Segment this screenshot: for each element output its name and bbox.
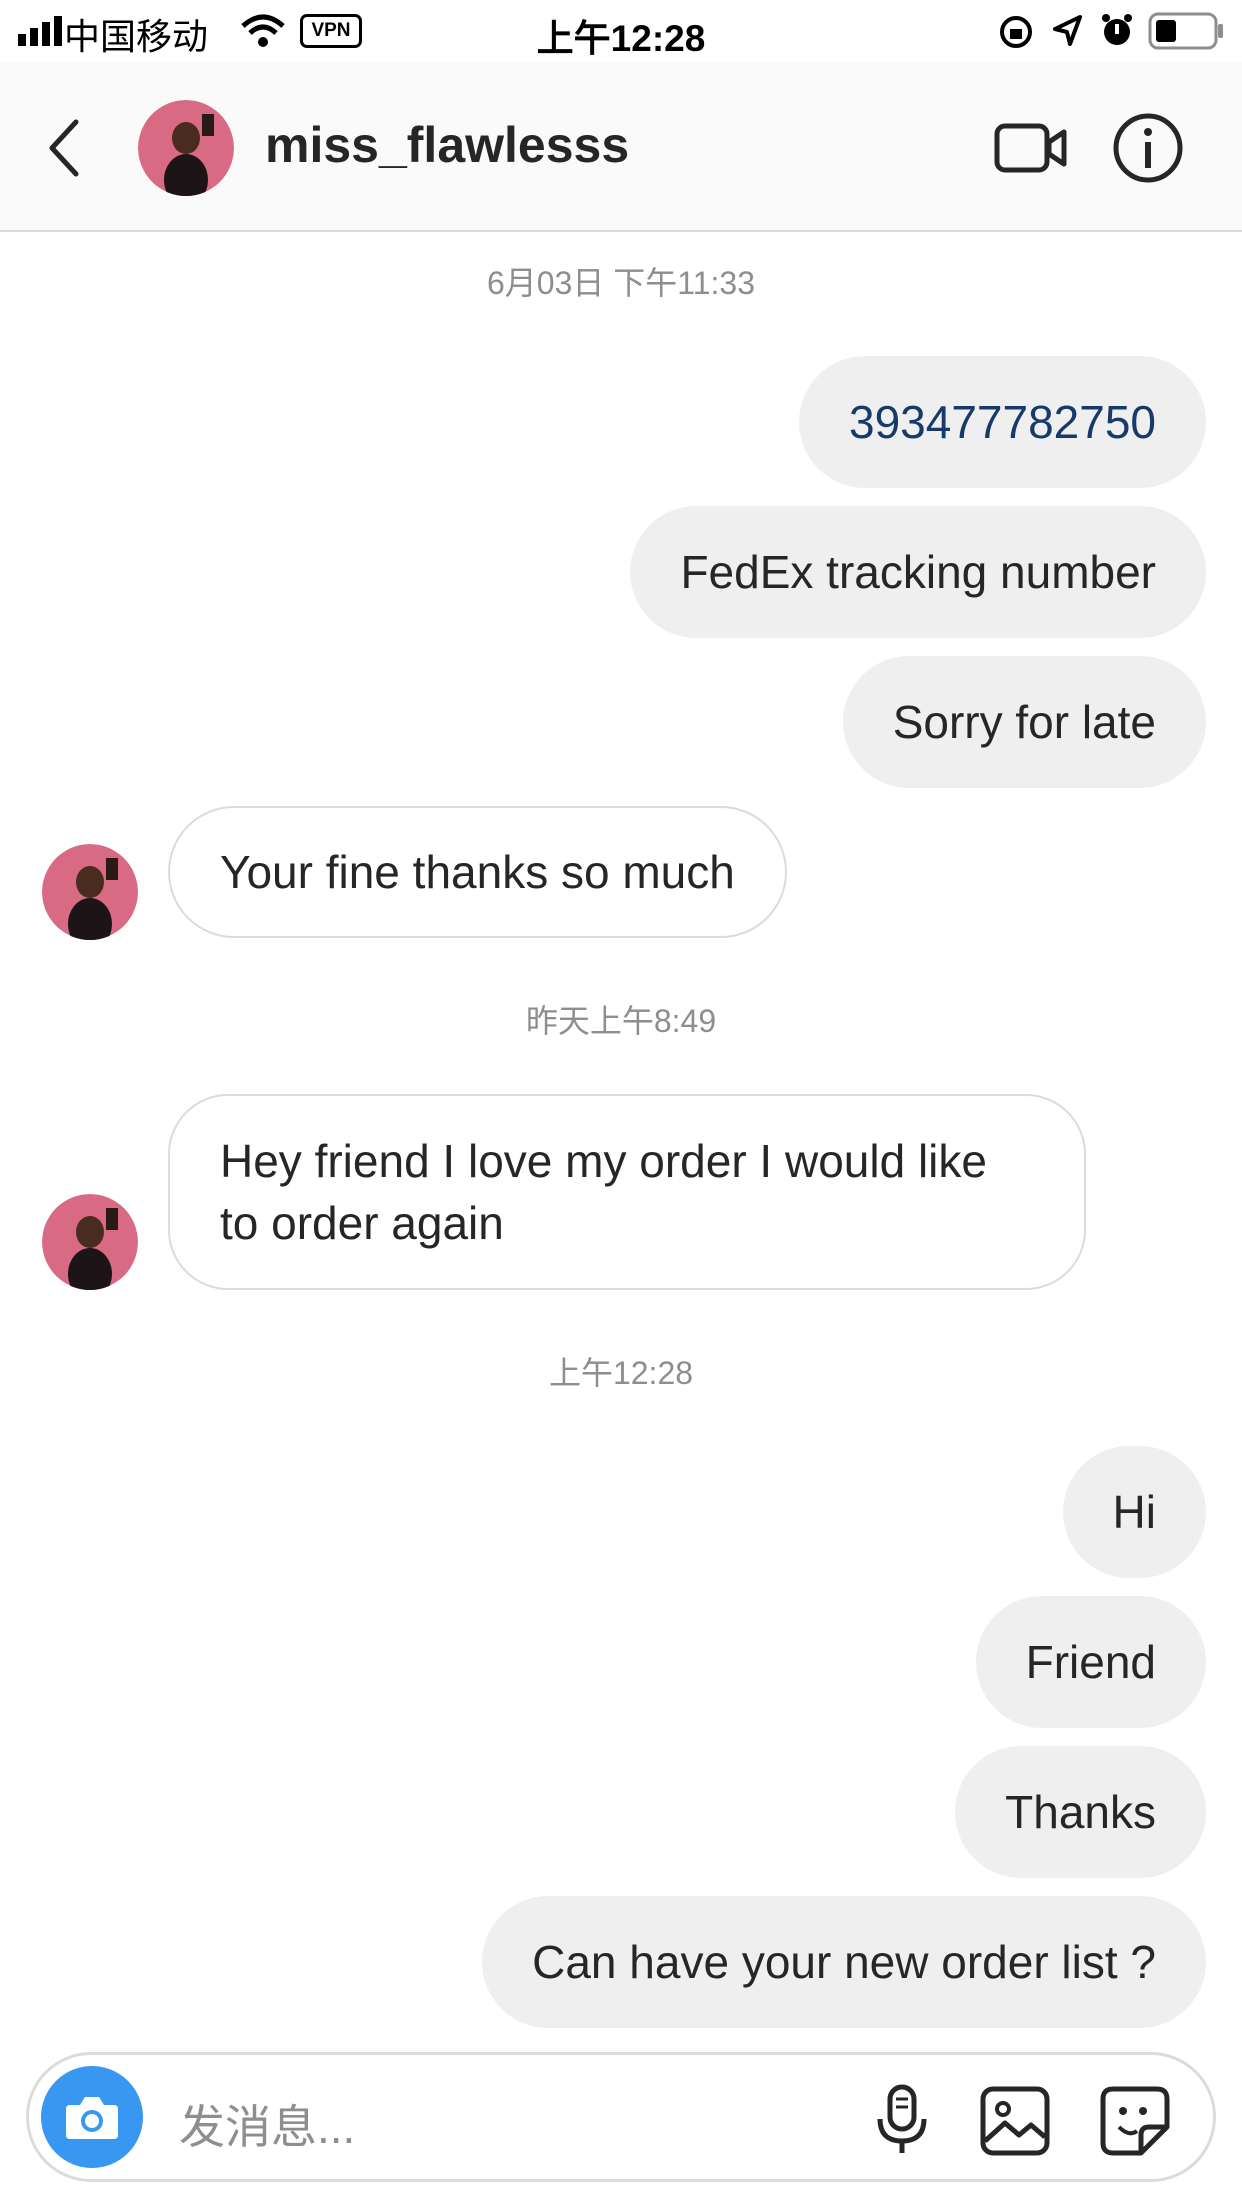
message-bubble-outgoing[interactable]: Hi xyxy=(1062,1446,1206,1578)
message-bubble-outgoing[interactable]: Can have your new order list ? xyxy=(482,1896,1206,2028)
location-arrow-icon xyxy=(1053,15,1082,46)
avatar[interactable] xyxy=(138,100,234,196)
message-bubble-outgoing[interactable]: Friend xyxy=(975,1596,1206,1728)
back-chevron-icon[interactable] xyxy=(46,118,82,178)
message-bubble-incoming[interactable]: Hey friend I love my order I would like … xyxy=(168,1094,1086,1290)
message-bubble-outgoing[interactable]: Sorry for late xyxy=(842,656,1206,788)
message-line: Hey friend I love my order I would like xyxy=(220,1135,987,1187)
message-input[interactable]: 发消息... xyxy=(179,2091,355,2157)
sticker-icon[interactable] xyxy=(1099,2085,1171,2157)
message-bubble-incoming[interactable]: Your fine thanks so much xyxy=(168,806,787,938)
camera-button[interactable] xyxy=(41,2066,143,2168)
status-bar: 中国移动 VPN 上午12:28 xyxy=(0,0,1242,62)
message-bubble-outgoing[interactable]: Thanks xyxy=(955,1746,1206,1878)
camera-icon xyxy=(66,2097,118,2139)
microphone-icon[interactable] xyxy=(874,2083,930,2157)
message-bubble-outgoing[interactable]: 393477782750 xyxy=(799,356,1206,488)
timestamp: 上午12:28 xyxy=(548,1355,694,1391)
avatar[interactable] xyxy=(42,1194,138,1290)
chat-username[interactable]: miss_flawlesss xyxy=(265,116,629,174)
timestamp: 昨天上午8:49 xyxy=(525,1003,717,1039)
info-icon[interactable] xyxy=(1112,112,1184,184)
orientation-lock-icon xyxy=(1000,16,1032,48)
message-composer: 发消息... xyxy=(26,2052,1216,2182)
message-line: to order again xyxy=(220,1197,504,1249)
timestamp: 6月03日 下午11:33 xyxy=(487,265,755,301)
video-call-icon[interactable] xyxy=(994,118,1068,178)
battery-icon xyxy=(1148,12,1223,50)
chat-header: miss_flawlesss xyxy=(0,62,1242,232)
avatar[interactable] xyxy=(42,844,138,940)
gallery-icon[interactable] xyxy=(979,2085,1051,2157)
message-bubble-outgoing[interactable]: FedEx tracking number xyxy=(630,506,1206,638)
alarm-icon xyxy=(1102,14,1132,45)
